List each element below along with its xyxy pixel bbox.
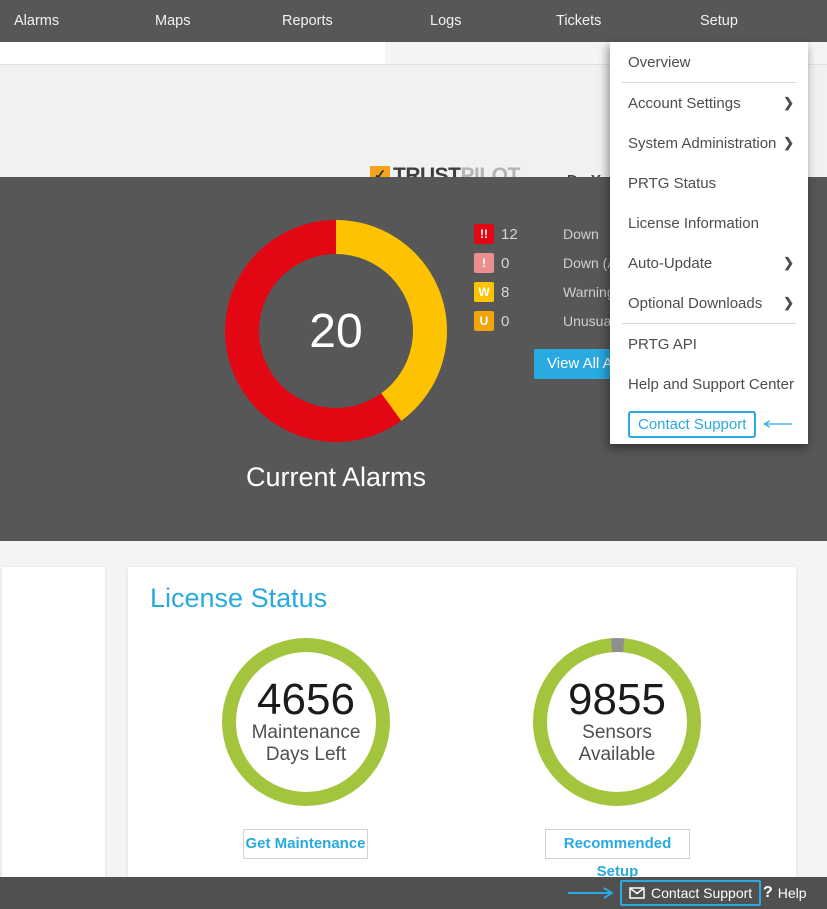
maintenance-gauge-center: 4656 Maintenance Days Left <box>236 652 376 792</box>
license-status-card: License Status 4656 Maintenance Days Lef… <box>128 567 796 877</box>
recommended-setup-button[interactable]: Recommended Setup <box>545 829 690 859</box>
maintenance-days-value: 4656 <box>257 678 355 722</box>
nav-item-reports[interactable]: Reports <box>282 0 333 42</box>
contact-support-link[interactable]: Contact Support <box>628 411 756 438</box>
menu-item-help-and-support-center[interactable]: Help and Support Center <box>610 364 808 404</box>
menu-item-contact-support[interactable]: Contact Support <box>610 404 808 444</box>
alarms-caption: Current Alarms <box>196 462 476 493</box>
nav-item-maps[interactable]: Maps <box>155 0 190 42</box>
menu-item-prtg-status[interactable]: PRTG Status <box>610 163 808 203</box>
down-status-icon: !! <box>474 224 494 244</box>
menu-item-label: PRTG Status <box>628 175 794 192</box>
nav-item-setup[interactable]: Setup <box>700 0 738 42</box>
menu-item-overview[interactable]: Overview <box>610 42 808 82</box>
alarms-donut-hole: 20 <box>259 254 413 408</box>
prtg-welcome-page: Alarms Maps Reports Logs Tickets Setup S… <box>0 0 827 909</box>
sensors-gauge-center: 9855 Sensors Available <box>547 652 687 792</box>
sensors-available-value: 9855 <box>568 678 666 722</box>
chevron-right-icon: ❯ <box>783 135 794 151</box>
setup-dropdown-menu: Overview Account Settings ❯ System Admin… <box>610 42 808 444</box>
warning-status-icon: W <box>474 282 494 302</box>
legend-value: 0 <box>501 313 533 330</box>
menu-item-license-information[interactable]: License Information <box>610 203 808 243</box>
maintenance-label-line2: Days Left <box>266 744 346 766</box>
legend-label: Warning <box>563 284 615 300</box>
legend-value: 12 <box>501 226 533 243</box>
chevron-right-icon: ❯ <box>783 95 794 111</box>
unusual-status-icon: U <box>474 311 494 331</box>
left-partial-card <box>2 567 105 877</box>
maintenance-label-line1: Maintenance <box>252 722 361 744</box>
alarms-donut-chart: 20 <box>225 220 447 442</box>
legend-label: Unusual <box>563 313 614 329</box>
envelope-icon <box>629 887 645 899</box>
sensors-label-line1: Sensors <box>582 722 652 744</box>
chevron-right-icon: ❯ <box>783 295 794 311</box>
footer-help-label: Help <box>778 885 807 901</box>
menu-item-label: PRTG API <box>628 336 794 353</box>
legend-label: Down <box>563 226 599 242</box>
menu-item-system-administration[interactable]: System Administration ❯ <box>610 123 808 163</box>
menu-item-auto-update[interactable]: Auto-Update ❯ <box>610 243 808 283</box>
help-question-icon: ? <box>763 884 773 902</box>
nav-item-alarms[interactable]: Alarms <box>14 0 59 42</box>
annotation-arrow-left-icon <box>762 418 794 430</box>
footer-help-button[interactable]: ? Help <box>763 877 807 909</box>
menu-item-optional-downloads[interactable]: Optional Downloads ❯ <box>610 283 808 323</box>
nav-item-logs[interactable]: Logs <box>430 0 461 42</box>
menu-item-label: System Administration <box>628 135 783 152</box>
top-nav: Alarms Maps Reports Logs Tickets Setup <box>0 0 827 42</box>
annotation-arrow-right-icon <box>566 887 616 899</box>
alarms-total-value: 20 <box>309 304 362 359</box>
menu-item-prtg-api[interactable]: PRTG API <box>610 324 808 364</box>
menu-item-label: Account Settings <box>628 95 783 112</box>
sensors-gauge: 9855 Sensors Available <box>533 638 701 806</box>
menu-item-label: License Information <box>628 215 794 232</box>
sub-nav-white-strip <box>0 42 385 64</box>
menu-item-label: Help and Support Center <box>628 376 794 393</box>
maintenance-gauge: 4656 Maintenance Days Left <box>222 638 390 806</box>
menu-item-label: Overview <box>628 54 794 71</box>
chevron-right-icon: ❯ <box>783 255 794 271</box>
get-maintenance-button[interactable]: Get Maintenance <box>243 829 368 859</box>
menu-item-label: Auto-Update <box>628 255 783 272</box>
down-acknowledged-status-icon: ! <box>474 253 494 273</box>
menu-item-account-settings[interactable]: Account Settings ❯ <box>610 83 808 123</box>
nav-item-tickets[interactable]: Tickets <box>556 0 601 42</box>
sensors-label-line2: Available <box>579 744 656 766</box>
footer-contact-support-button[interactable]: Contact Support <box>620 880 761 906</box>
footer-bar: Contact Support ? Help <box>0 877 827 909</box>
footer-contact-support-label: Contact Support <box>651 885 752 901</box>
license-status-title: License Status <box>150 583 327 614</box>
menu-item-label: Optional Downloads <box>628 295 783 312</box>
legend-value: 0 <box>501 255 533 272</box>
legend-value: 8 <box>501 284 533 301</box>
